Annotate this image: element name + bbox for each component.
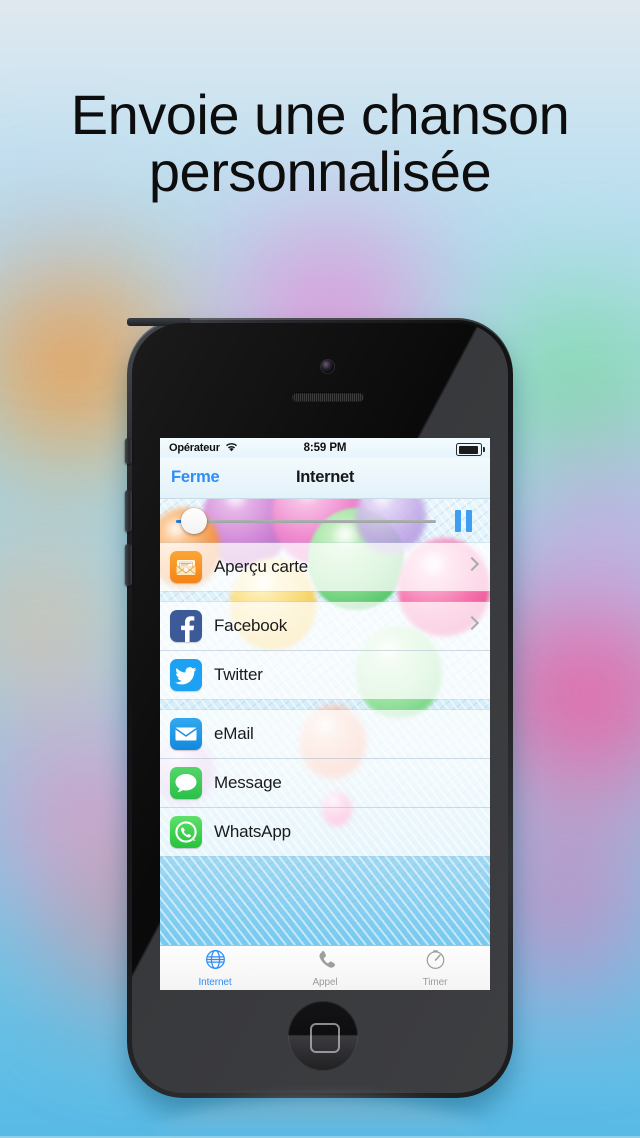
tab-label: Appel xyxy=(312,977,338,988)
table-row-apercu-carte[interactable]: Aperçu carte xyxy=(160,543,490,591)
globe-icon xyxy=(204,948,227,976)
earpiece-speaker-icon xyxy=(292,392,364,401)
row-label: Message xyxy=(214,773,282,792)
row-label: Facebook xyxy=(214,616,288,635)
row-label: Twitter xyxy=(214,665,263,684)
chevron-right-icon xyxy=(464,556,480,572)
timer-icon xyxy=(424,948,447,976)
promo-headline: Envoie une chanson personnalisée xyxy=(0,86,640,200)
whatsapp-icon xyxy=(170,816,202,848)
pause-button[interactable] xyxy=(436,510,490,532)
tab-bar: Internet Appel Timer xyxy=(160,945,490,990)
home-button[interactable] xyxy=(288,1001,358,1071)
options-table: Aperçu carte Facebook Twitter eMail Mess… xyxy=(160,543,490,946)
headline-line-2: personnalisée xyxy=(148,140,492,204)
mute-switch[interactable] xyxy=(125,438,132,464)
volume-down-button[interactable] xyxy=(125,544,132,586)
twitter-icon xyxy=(170,659,202,691)
table-row-twitter[interactable]: Twitter xyxy=(160,651,490,699)
headline-line-1: Envoie une chanson xyxy=(70,83,570,146)
playback-slider[interactable] xyxy=(176,508,436,534)
page-title: Internet xyxy=(295,468,355,486)
message-icon xyxy=(170,767,202,799)
tab-timer[interactable]: Timer xyxy=(380,946,490,990)
tab-appel[interactable]: Appel xyxy=(270,946,380,990)
table-row-message[interactable]: Message xyxy=(160,759,490,808)
volume-up-button[interactable] xyxy=(125,490,132,532)
table-row-whatsapp[interactable]: WhatsApp xyxy=(160,808,490,856)
pause-icon xyxy=(454,510,461,532)
navigation-bar: Ferme Internet xyxy=(160,458,490,499)
device-bezel: Opérateur 8:59 PM Ferme Internet Aperçu … xyxy=(132,323,508,1093)
envelope-card-icon xyxy=(170,551,202,583)
table-row-email[interactable]: eMail xyxy=(160,710,490,759)
tab-label: Internet xyxy=(198,977,232,988)
tab-label: Timer xyxy=(422,977,448,988)
device-screen: Opérateur 8:59 PM Ferme Internet Aperçu … xyxy=(160,438,490,990)
front-camera-icon xyxy=(321,360,334,373)
audio-player-bar xyxy=(160,499,490,543)
table-group-messaging: eMail Message WhatsApp xyxy=(160,710,490,856)
home-square-icon xyxy=(310,1023,340,1053)
email-icon xyxy=(170,718,202,750)
slider-track xyxy=(176,520,436,523)
table-group-social: Facebook Twitter xyxy=(160,602,490,699)
status-time-label: 8:59 PM xyxy=(303,442,347,454)
battery-icon xyxy=(456,443,485,456)
device-frame: Opérateur 8:59 PM Ferme Internet Aperçu … xyxy=(125,318,513,1098)
tab-internet[interactable]: Internet xyxy=(160,946,270,990)
row-label: eMail xyxy=(214,724,254,743)
phone-icon xyxy=(314,948,337,976)
row-label: Aperçu carte xyxy=(214,557,308,576)
slider-knob[interactable] xyxy=(181,508,207,534)
chevron-right-icon xyxy=(464,615,480,631)
row-label: WhatsApp xyxy=(214,822,291,841)
pause-icon-bar2 xyxy=(465,510,472,532)
status-bar: Opérateur 8:59 PM xyxy=(160,438,490,458)
table-row-facebook[interactable]: Facebook xyxy=(160,602,490,651)
facebook-icon xyxy=(170,610,202,642)
table-group-preview: Aperçu carte xyxy=(160,543,490,591)
